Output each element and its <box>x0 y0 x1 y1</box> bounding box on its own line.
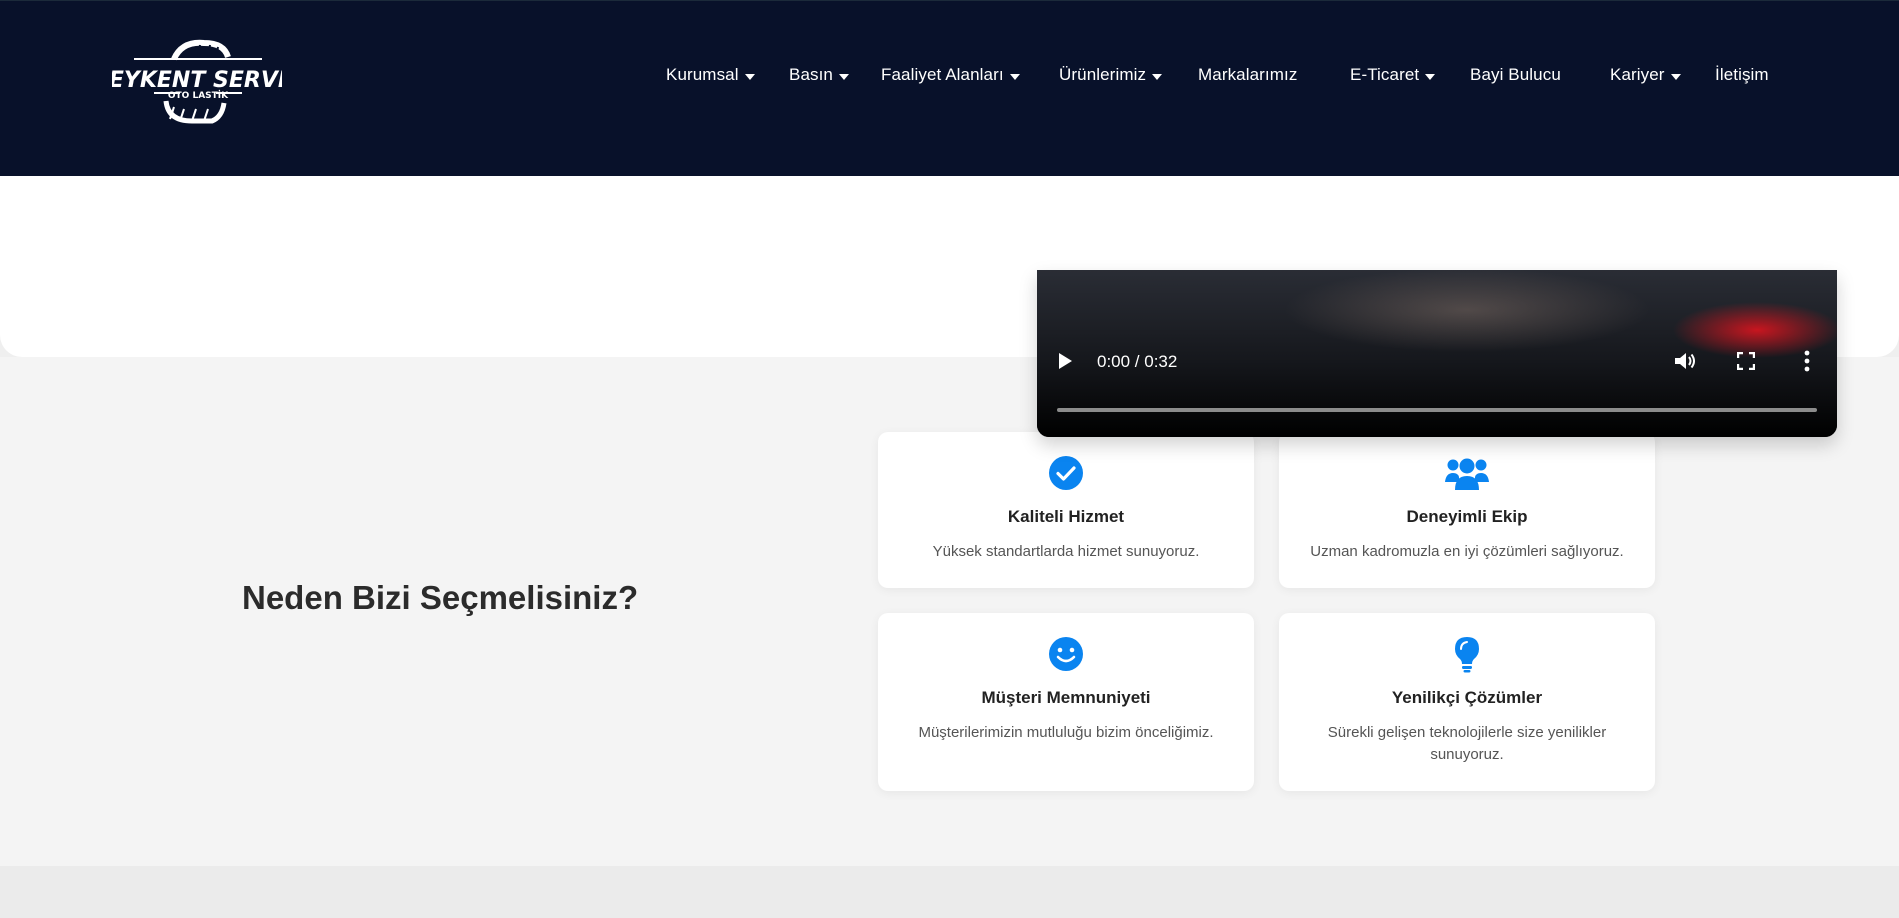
nav-label: Ürünlerimiz <box>1059 65 1147 84</box>
chevron-down-icon <box>1152 73 1163 80</box>
hero-section: 0:00 / 0:32 <box>0 150 1899 437</box>
nav-label: E-Ticaret <box>1350 65 1420 84</box>
feature-card-team: Deneyimli Ekip Uzman kadromuzla en iyi ç… <box>1279 432 1655 588</box>
chevron-down-icon <box>744 73 755 80</box>
nav-label: Basın <box>789 65 833 84</box>
nav-item-kurumsal[interactable]: Kurumsal <box>666 65 755 85</box>
nav-label: İletişim <box>1715 65 1769 84</box>
nav-item-urunlerimiz[interactable]: Ürünlerimiz <box>1059 65 1163 85</box>
feature-card-innovation: Yenilikçi Çözümler Sürekli gelişen tekno… <box>1279 613 1655 791</box>
nav-item-iletisim[interactable]: İletişim <box>1715 65 1769 85</box>
play-icon[interactable] <box>1059 353 1072 369</box>
card-text: Sürekli gelişen teknolojilerle size yeni… <box>1327 724 1607 763</box>
tire-logo-icon: BEYKENT SERVİS OTO LASTİK <box>112 39 282 124</box>
fullscreen-icon[interactable] <box>1737 352 1755 370</box>
card-text: Müşterilerimizin mutluluğu bizim önceliğ… <box>918 724 1214 741</box>
users-icon <box>1445 458 1489 490</box>
nav-item-basin[interactable]: Basın <box>789 65 849 85</box>
video-time: 0:00 / 0:32 <box>1097 352 1178 371</box>
section-title: Neden Bizi Seçmelisiniz? <box>242 579 639 616</box>
lightbulb-icon <box>1455 637 1479 673</box>
card-title: Deneyimli Ekip <box>1406 507 1528 526</box>
brand-logo[interactable]: BEYKENT SERVİS OTO LASTİK <box>112 37 282 129</box>
site-header: BEYKENT SERVİS OTO LASTİK Kurumsal Basın… <box>0 0 1899 176</box>
card-title: Kaliteli Hizmet <box>1007 507 1125 526</box>
nav-item-bayi-bulucu[interactable]: Bayi Bulucu <box>1470 65 1561 85</box>
nav-label: Bayi Bulucu <box>1470 65 1561 84</box>
nav-label: Faaliyet Alanları <box>881 65 1004 84</box>
chevron-down-icon <box>1009 73 1020 80</box>
card-text: Uzman kadromuzla en iyi çözümleri sağlıy… <box>1310 543 1624 560</box>
brand-name: BEYKENT SERVİS <box>112 67 282 93</box>
video-controls: 0:00 / 0:32 <box>1037 340 1837 400</box>
chevron-down-icon <box>1425 73 1436 80</box>
brand-tagline: OTO LASTİK <box>168 90 229 101</box>
feature-card-quality: Kaliteli Hizmet Yüksek standartlarda hiz… <box>878 432 1254 588</box>
video-progress-bar[interactable] <box>1057 408 1817 412</box>
nav-label: Markalarımız <box>1198 65 1298 84</box>
chevron-down-icon <box>838 73 849 80</box>
chevron-down-icon <box>1670 73 1681 80</box>
smile-icon <box>1049 637 1083 671</box>
card-text: Yüksek standartlarda hizmet sunuyoruz. <box>932 543 1200 560</box>
nav-label: Kariyer <box>1610 65 1665 84</box>
feature-card-satisfaction: Müşteri Memnuniyeti Müşterilerimizin mut… <box>878 613 1254 791</box>
volume-icon[interactable] <box>1673 350 1697 372</box>
more-options-icon[interactable] <box>1803 350 1811 372</box>
nav-item-kariyer[interactable]: Kariyer <box>1610 65 1681 85</box>
nav-item-markalarimiz[interactable]: Markalarımız <box>1198 65 1297 85</box>
next-section <box>0 866 1899 918</box>
card-title: Yenilikçi Çözümler <box>1391 688 1543 707</box>
check-circle-icon <box>1049 456 1083 490</box>
nav-item-e-ticaret[interactable]: E-Ticaret <box>1350 65 1436 85</box>
video-player[interactable]: 0:00 / 0:32 <box>1037 270 1837 437</box>
card-title: Müşteri Memnuniyeti <box>981 688 1151 707</box>
nav-item-faaliyet-alanlari[interactable]: Faaliyet Alanları <box>881 65 1020 85</box>
nav-label: Kurumsal <box>666 65 739 84</box>
